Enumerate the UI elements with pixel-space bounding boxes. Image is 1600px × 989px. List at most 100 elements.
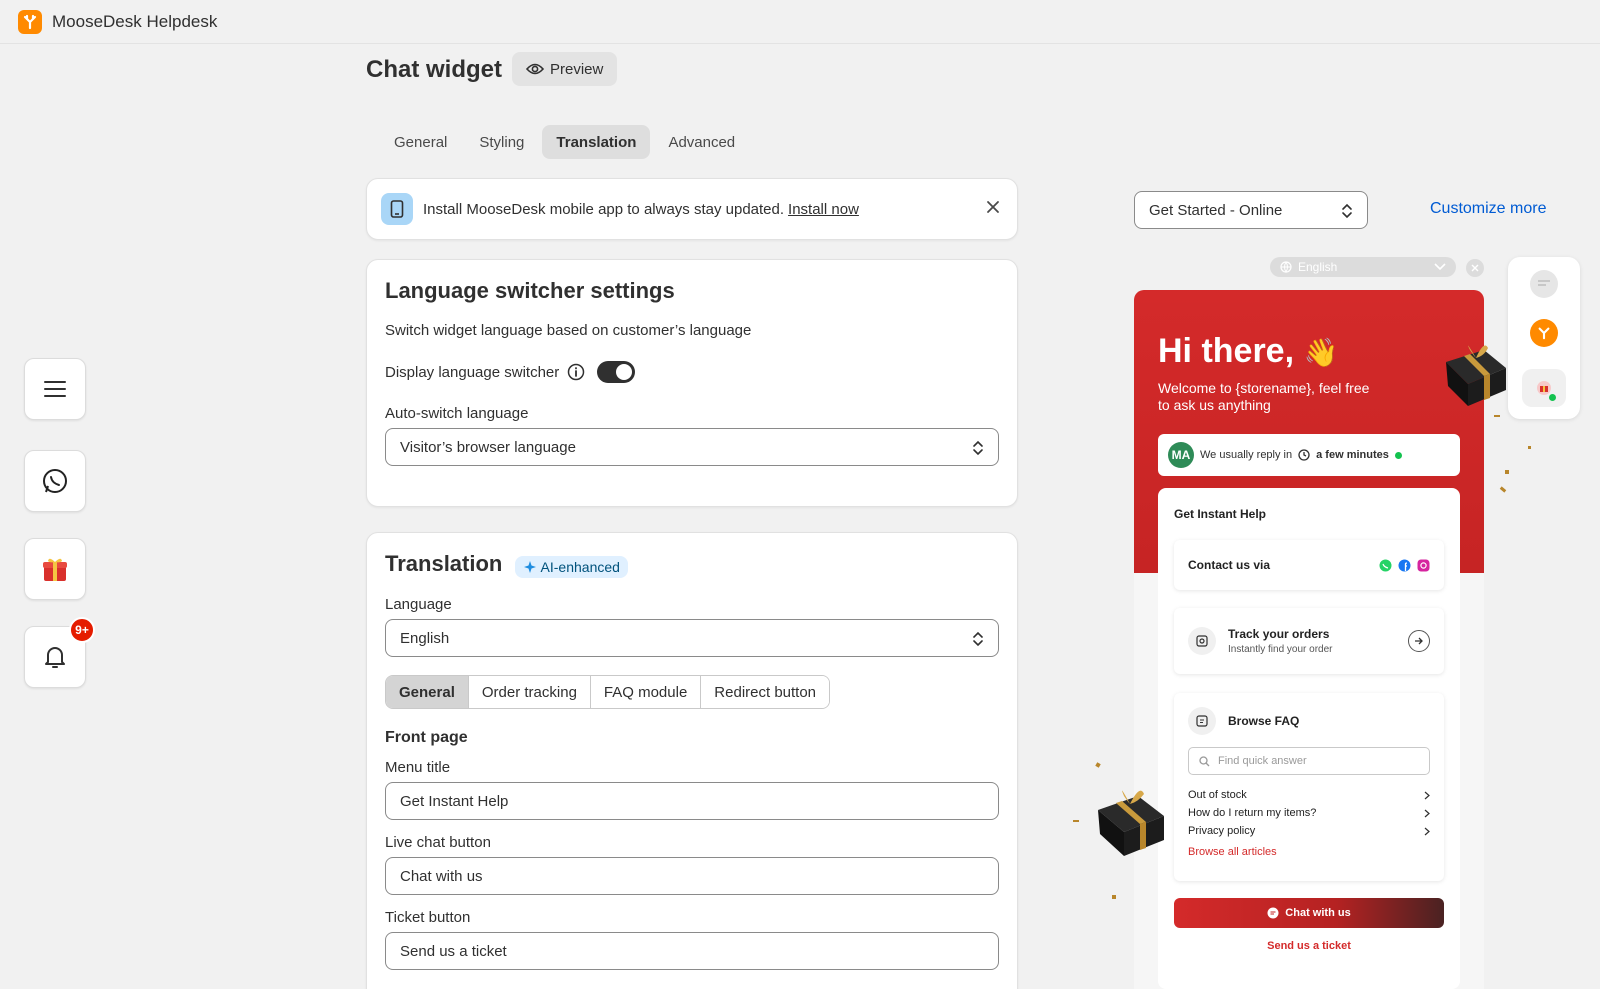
decorative-gift-icon	[1098, 790, 1164, 856]
faq-search-placeholder: Find quick answer	[1218, 755, 1307, 767]
chat-with-us-label: Chat with us	[1285, 907, 1351, 919]
gift-rail-icon[interactable]	[1522, 369, 1566, 407]
chevron-right-icon	[1424, 827, 1430, 835]
widget-view-select[interactable]: Get Started - Online	[1134, 191, 1368, 229]
facebook-icon[interactable]	[1398, 559, 1411, 572]
menu-title-label: Menu title	[385, 759, 451, 777]
chat-widget-preview: Hi there, 👋 Welcome to {storename}, feel…	[1134, 290, 1484, 989]
display-switcher-label: Display language switcher	[385, 363, 560, 381]
page-title: Chat widget	[366, 56, 502, 83]
preview-button[interactable]: Preview	[512, 52, 618, 86]
decorative-gift-icon	[1446, 345, 1506, 406]
segment-order-tracking[interactable]: Order tracking	[468, 676, 591, 709]
reply-time: a few minutes	[1316, 449, 1389, 461]
translation-title: Translation	[385, 551, 503, 576]
chevron-down-icon	[1434, 263, 1446, 271]
arrow-right-icon[interactable]	[1408, 630, 1430, 652]
chat-bubble-icon[interactable]	[1530, 270, 1558, 298]
auto-switch-select[interactable]: Visitor’s browser language	[385, 428, 999, 466]
confetti	[1499, 486, 1507, 493]
gift-button[interactable]	[24, 538, 86, 600]
install-now-link[interactable]: Install now	[788, 201, 859, 218]
ai-enhanced-label: AI-enhanced	[540, 559, 620, 576]
ticket-button-input[interactable]: Send us a ticket	[385, 932, 999, 971]
close-icon	[1471, 264, 1479, 272]
customize-more-link[interactable]: Customize more	[1430, 200, 1546, 218]
confetti	[1073, 820, 1079, 822]
segment-redirect-button[interactable]: Redirect button	[701, 676, 830, 709]
contact-us-card[interactable]: Contact us via	[1174, 540, 1444, 590]
faq-item[interactable]: How do I return my items?	[1188, 807, 1430, 819]
confetti	[1528, 446, 1531, 449]
segment-general[interactable]: General	[386, 676, 469, 709]
confetti	[1505, 470, 1509, 474]
moosedesk-launcher-icon[interactable]	[1530, 319, 1558, 347]
tab-styling[interactable]: Styling	[465, 125, 538, 159]
online-dot	[1549, 394, 1556, 401]
track-orders-subtitle: Instantly find your order	[1228, 644, 1333, 655]
app-name: MooseDesk Helpdesk	[52, 11, 218, 31]
panel-title: Get Instant Help	[1174, 507, 1267, 521]
preview-language-switcher[interactable]: English	[1270, 257, 1456, 277]
widget-hero-title: Hi there, 👋	[1158, 332, 1338, 371]
select-chevron-icon	[973, 631, 983, 647]
clock-icon	[1298, 449, 1310, 461]
segment-faq-module[interactable]: FAQ module	[590, 676, 702, 709]
instagram-icon[interactable]	[1417, 559, 1430, 572]
language-switcher-description: Switch widget language based on customer…	[385, 322, 752, 339]
info-icon[interactable]	[567, 363, 585, 381]
track-order-icon	[1188, 627, 1216, 655]
language-select[interactable]: English	[385, 619, 999, 658]
chevron-right-icon	[1424, 791, 1430, 799]
wave-icon: 👋	[1303, 337, 1339, 368]
ai-enhanced-badge: AI-enhanced	[514, 556, 628, 579]
agent-avatar: MA	[1168, 442, 1194, 468]
language-label: Language	[385, 596, 452, 614]
close-icon	[987, 201, 999, 213]
send-ticket-link[interactable]: Send us a ticket	[1174, 940, 1444, 952]
language-value: English	[400, 629, 450, 647]
menu-title-input[interactable]: Get Instant Help	[385, 782, 999, 821]
faq-item[interactable]: Out of stock	[1188, 789, 1430, 801]
settings-tabs: General Styling Translation Advanced	[380, 125, 749, 159]
auto-switch-value: Visitor’s browser language	[400, 438, 576, 456]
live-chat-label: Live chat button	[385, 834, 491, 852]
online-status-dot	[1394, 451, 1402, 459]
hamburger-icon	[44, 381, 66, 397]
install-app-banner: Install MooseDesk mobile app to always s…	[366, 178, 1018, 240]
tab-translation[interactable]: Translation	[542, 125, 651, 159]
whatsapp-button[interactable]	[24, 450, 86, 512]
close-banner-button[interactable]	[985, 199, 1001, 219]
whatsapp-icon[interactable]	[1379, 559, 1392, 572]
browse-faq-card: Browse FAQ Find quick answer Out of stoc…	[1174, 693, 1444, 881]
track-orders-title: Track your orders	[1228, 627, 1330, 641]
chevron-right-icon	[1424, 809, 1430, 817]
live-chat-input[interactable]: Chat with us	[385, 857, 999, 896]
faq-search-input[interactable]: Find quick answer	[1188, 747, 1430, 775]
faq-item-label: Out of stock	[1188, 789, 1247, 801]
tab-general[interactable]: General	[380, 125, 461, 159]
menu-button[interactable]	[24, 358, 86, 420]
select-chevron-icon	[1342, 203, 1352, 219]
faq-item-label: How do I return my items?	[1188, 807, 1317, 819]
chat-icon	[1267, 907, 1279, 919]
whatsapp-icon	[43, 469, 67, 493]
notifications-button[interactable]: 9+	[24, 617, 95, 688]
track-orders-card[interactable]: Track your orders Instantly find your or…	[1174, 608, 1444, 674]
preview-label: Preview	[550, 60, 604, 78]
moosedesk-logo-icon	[18, 9, 42, 34]
chat-with-us-button[interactable]: Chat with us	[1174, 898, 1444, 928]
ticket-button-label: Ticket button	[385, 909, 471, 927]
browse-all-articles-link[interactable]: Browse all articles	[1188, 846, 1430, 858]
display-switcher-toggle[interactable]	[597, 361, 636, 383]
faq-item[interactable]: Privacy policy	[1188, 825, 1430, 837]
widget-view-value: Get Started - Online	[1149, 201, 1283, 219]
banner-text: Install MooseDesk mobile app to always s…	[423, 200, 785, 218]
preview-close-button[interactable]	[1466, 259, 1484, 277]
reply-text: We usually reply in	[1200, 449, 1293, 461]
widget-panel: Get Instant Help Contact us via Track yo…	[1158, 488, 1460, 989]
preview-language-label: English	[1298, 260, 1338, 274]
eye-icon	[526, 63, 544, 75]
confetti	[1095, 762, 1101, 768]
tab-advanced[interactable]: Advanced	[654, 125, 749, 159]
